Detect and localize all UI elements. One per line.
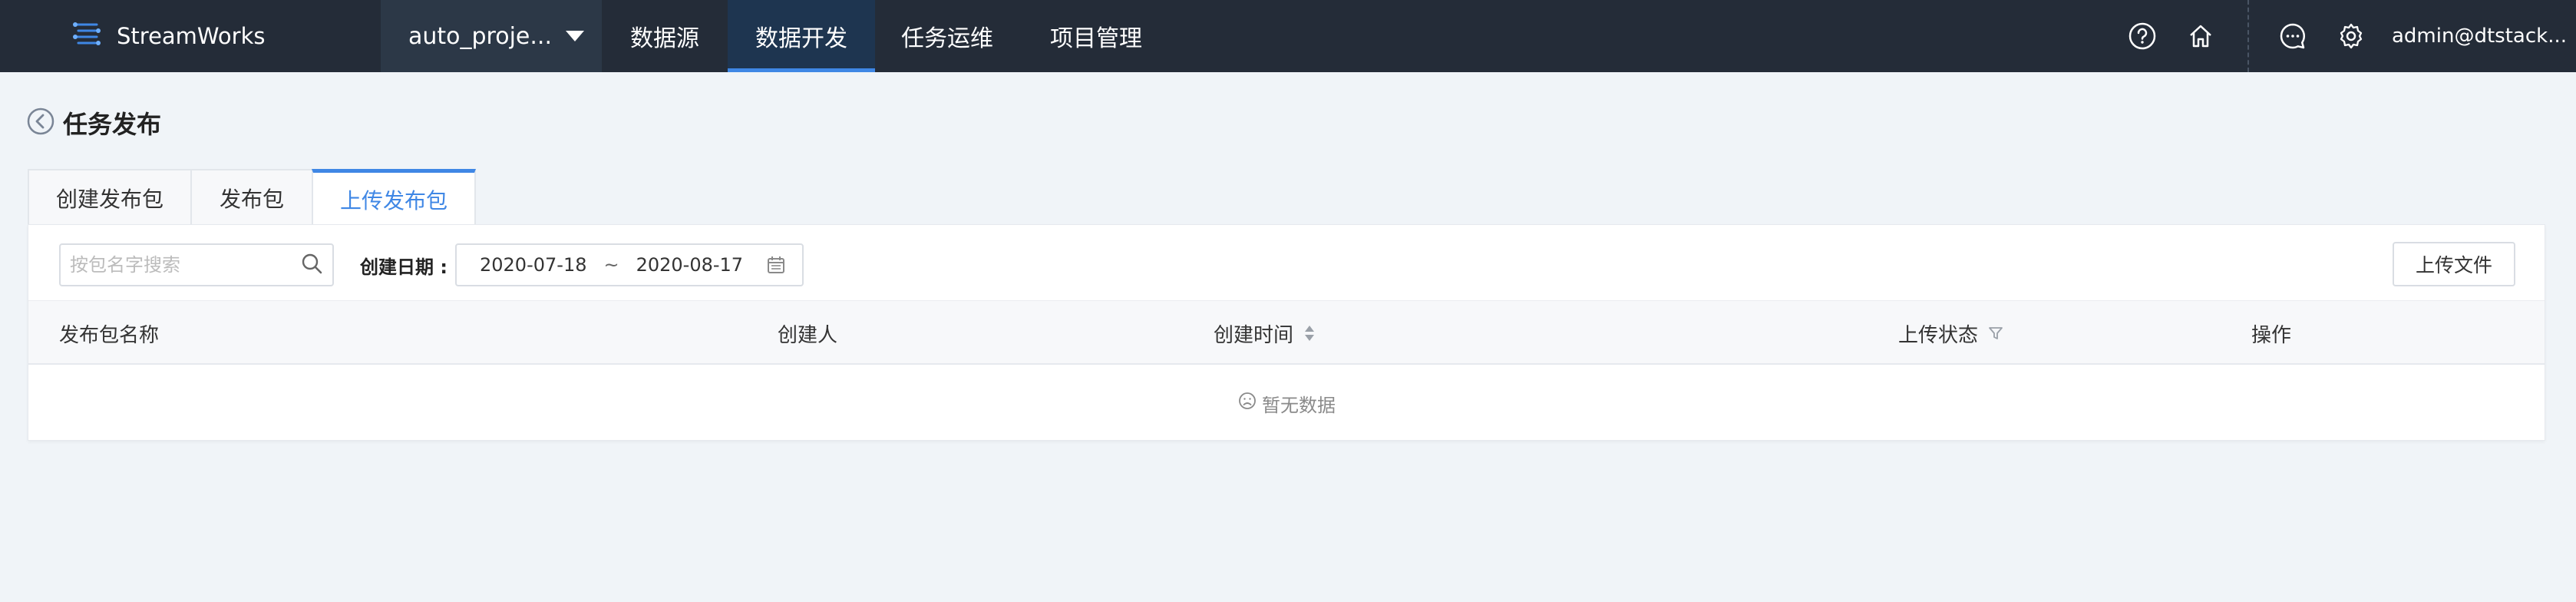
header-divider xyxy=(2247,0,2249,72)
table-header: 发布包名称 创建人 创建时间 上传状态 操作 xyxy=(28,300,2545,365)
upload-file-button[interactable]: 上传文件 xyxy=(2393,242,2515,286)
column-actions: 操作 xyxy=(2251,301,2291,366)
tab-upload-package[interactable]: 上传发布包 xyxy=(312,169,476,226)
sort-icon[interactable] xyxy=(1303,323,1316,343)
streamworks-logo-icon xyxy=(71,18,103,54)
top-navigation-bar: StreamWorks auto_proje... 数据源 数据开发 任务运维 … xyxy=(0,0,2576,72)
tab-create-package[interactable]: 创建发布包 xyxy=(28,169,192,226)
date-range-separator: ~ xyxy=(603,254,619,276)
column-upload-status[interactable]: 上传状态 xyxy=(1898,301,2004,366)
column-label: 操作 xyxy=(2251,323,2292,347)
home-icon[interactable] xyxy=(2185,20,2217,52)
help-icon[interactable] xyxy=(2126,20,2158,52)
empty-state: 暂无数据 xyxy=(28,366,2545,440)
empty-state-text: 暂无数据 xyxy=(1262,394,1336,416)
created-date-label: 创建日期 : xyxy=(360,256,447,278)
project-name: auto_proje... xyxy=(408,22,552,50)
column-label: 创建人 xyxy=(778,323,838,347)
nav-datasource[interactable]: 数据源 xyxy=(602,0,728,72)
frown-face-icon xyxy=(1237,391,1262,415)
project-selector[interactable]: auto_proje... xyxy=(381,0,602,72)
brand[interactable]: StreamWorks xyxy=(71,18,265,54)
caret-down-icon xyxy=(566,31,584,41)
package-search-box[interactable] xyxy=(59,243,334,286)
date-start: 2020-07-18 xyxy=(480,254,587,276)
column-label: 创建时间 xyxy=(1214,323,1294,347)
column-package-name: 发布包名称 xyxy=(59,301,159,366)
column-created-time[interactable]: 创建时间 xyxy=(1214,301,1316,366)
message-icon[interactable] xyxy=(2277,20,2309,52)
column-label: 发布包名称 xyxy=(59,323,160,347)
settings-gear-icon[interactable] xyxy=(2335,20,2367,52)
content-panel: 创建日期 : 2020-07-18 ~ 2020-08-17 上传文件 发布包名… xyxy=(28,224,2545,441)
nav-task-operations[interactable]: 任务运维 xyxy=(875,0,1019,72)
nav-data-development[interactable]: 数据开发 xyxy=(728,0,875,72)
tab-bar: 创建发布包 发布包 上传发布包 xyxy=(28,169,476,226)
date-end: 2020-08-17 xyxy=(636,254,744,276)
brand-name: StreamWorks xyxy=(117,23,266,49)
column-label: 上传状态 xyxy=(1898,323,1979,347)
column-creator: 创建人 xyxy=(778,301,837,366)
package-search-input[interactable] xyxy=(70,254,300,276)
date-range-picker[interactable]: 2020-07-18 ~ 2020-08-17 xyxy=(455,243,804,286)
back-arrow-icon[interactable] xyxy=(26,107,55,139)
filter-icon[interactable] xyxy=(1987,325,2004,342)
nav-project-management[interactable]: 项目管理 xyxy=(1019,0,1173,72)
tab-packages[interactable]: 发布包 xyxy=(190,169,313,226)
user-account-menu[interactable]: admin@dtstack... xyxy=(2392,0,2567,72)
page-title: 任务发布 xyxy=(63,110,162,139)
search-icon[interactable] xyxy=(300,252,323,278)
page-header: 任务发布 xyxy=(26,106,161,140)
